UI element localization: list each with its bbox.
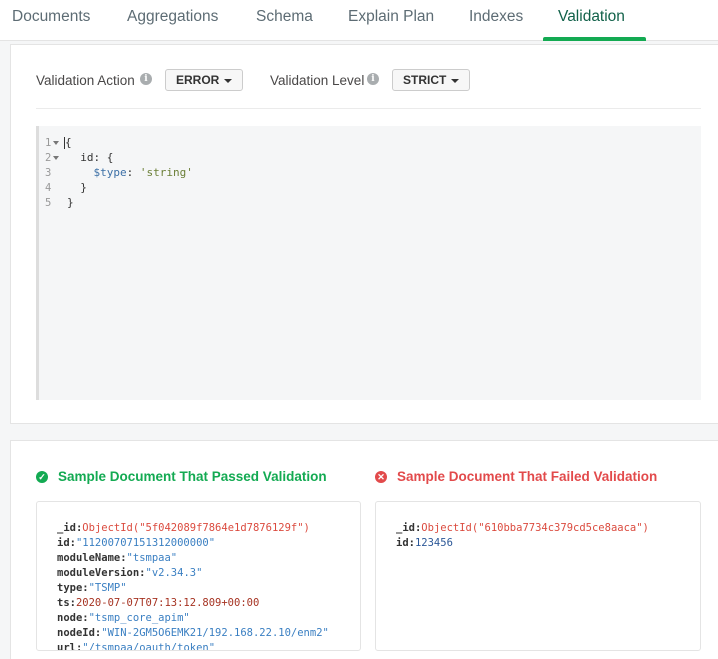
document-field: node:"tsmp_core_apim" bbox=[57, 612, 190, 624]
code-line: id: { bbox=[80, 151, 114, 164]
tab-indexes[interactable]: Indexes bbox=[469, 8, 523, 26]
fold-arrow-icon[interactable] bbox=[53, 156, 60, 160]
document-field: _id:ObjectId("5f042089f7864e1d7876129f") bbox=[57, 522, 310, 534]
tab-bar: Documents Aggregations Schema Explain Pl… bbox=[0, 0, 718, 41]
line-number: 5 bbox=[45, 197, 52, 209]
code-line: { bbox=[64, 136, 72, 149]
failed-sample-title: Sample Document That Failed Validation bbox=[397, 469, 658, 484]
passed-sample-title: Sample Document That Passed Validation bbox=[58, 469, 327, 484]
tab-documents[interactable]: Documents bbox=[12, 8, 90, 26]
line-number: 4 bbox=[45, 182, 52, 194]
document-field: moduleName:"tsmpaa" bbox=[57, 552, 178, 564]
line-number: 2 bbox=[45, 152, 65, 164]
validation-level-value: STRICT bbox=[403, 73, 447, 87]
code-line: } bbox=[80, 181, 87, 194]
active-tab-indicator bbox=[543, 37, 646, 41]
validation-action-dropdown[interactable]: ERROR bbox=[165, 69, 244, 91]
document-field: type:"TSMP" bbox=[57, 582, 127, 594]
line-number: 1 bbox=[45, 137, 65, 149]
tab-schema[interactable]: Schema bbox=[256, 8, 313, 26]
document-field: moduleVersion:"v2.34.3" bbox=[57, 567, 203, 579]
code-line: $type: 'string' bbox=[93, 166, 193, 179]
document-field: _id:ObjectId("610bba7734c379cd5ce8aaca") bbox=[396, 522, 649, 534]
sample-documents-panel: ✓ Sample Document That Passed Validation… bbox=[10, 440, 718, 659]
divider bbox=[36, 108, 701, 109]
info-icon[interactable]: i bbox=[367, 73, 379, 85]
validation-action-value: ERROR bbox=[176, 73, 220, 87]
tab-aggregations[interactable]: Aggregations bbox=[127, 8, 218, 26]
caret-down-icon bbox=[451, 78, 460, 83]
tab-explain-plan[interactable]: Explain Plan bbox=[348, 8, 434, 26]
check-circle-icon: ✓ bbox=[36, 471, 48, 483]
line-number: 3 bbox=[45, 167, 52, 179]
failed-sample-document: _id:ObjectId("610bba7734c379cd5ce8aaca")… bbox=[375, 501, 701, 651]
validator-code-editor[interactable]: 1 2 3 4 5 { id: { $type: 'string' } } bbox=[36, 126, 701, 400]
passed-sample-document: _id:ObjectId("5f042089f7864e1d7876129f")… bbox=[36, 501, 361, 651]
document-field: nodeId:"WIN-2GM5O6EMK21/192.168.22.10/en… bbox=[57, 627, 329, 639]
validation-rules-panel: Validation Action i ERROR Validation Lev… bbox=[10, 44, 718, 424]
tab-validation[interactable]: Validation bbox=[558, 8, 625, 26]
validation-level-dropdown[interactable]: STRICT bbox=[392, 69, 471, 91]
validation-action-label: Validation Action bbox=[36, 73, 135, 88]
document-field: ts:2020-07-07T07:13:12.809+00:00 bbox=[57, 597, 260, 609]
document-field: id:123456 bbox=[396, 537, 453, 549]
fold-arrow-icon[interactable] bbox=[53, 141, 60, 145]
document-field: url:"/tsmpaa/oauth/token" bbox=[57, 642, 216, 651]
validation-level-label: Validation Level bbox=[270, 73, 365, 88]
x-circle-icon: ✕ bbox=[375, 471, 387, 483]
caret-down-icon bbox=[224, 78, 233, 83]
code-line: } bbox=[67, 196, 74, 209]
info-icon[interactable]: i bbox=[140, 73, 152, 85]
document-field: id:"11200707151312000000" bbox=[57, 537, 216, 549]
